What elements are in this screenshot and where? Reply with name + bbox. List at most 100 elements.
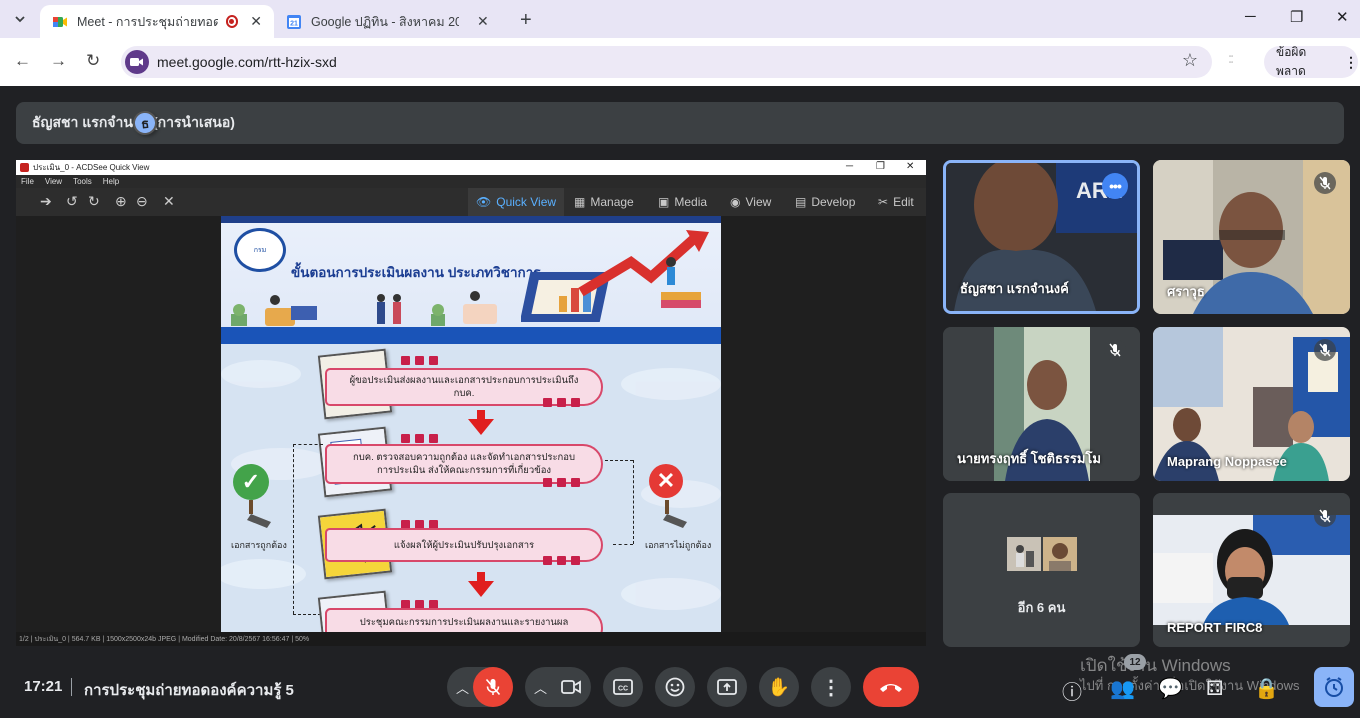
menu-help[interactable]: Help <box>103 177 119 186</box>
down-arrow-icon <box>468 581 494 597</box>
tab-search-button[interactable] <box>8 7 32 31</box>
mode-quick-view[interactable]: 👁 Quick View <box>468 188 565 216</box>
chat-icon[interactable]: 💬 <box>1158 676 1183 701</box>
menu-view[interactable]: View <box>45 177 62 186</box>
mode-label: Edit <box>893 195 914 209</box>
more-participants-tile[interactable]: อีก 6 คน <box>943 493 1140 647</box>
present-button[interactable] <box>707 667 747 707</box>
browser-tab-bar: Meet - การประชุมถ่ายทอดองค์ ✕ 21 Google … <box>0 0 1360 38</box>
mode-label: Develop <box>811 195 856 209</box>
meeting-timer-button[interactable] <box>1314 667 1354 707</box>
mode-develop[interactable]: ▤ Develop <box>787 188 863 216</box>
info-icon[interactable]: ⓘ <box>1062 676 1082 705</box>
captions-button[interactable]: CC <box>603 667 643 707</box>
decor-square <box>415 434 424 443</box>
tab-title: Meet - การประชุมถ่ายทอดองค์ <box>77 14 218 29</box>
flow-line <box>293 444 323 445</box>
emoji-icon <box>665 677 685 697</box>
next-icon[interactable]: ➔ <box>40 193 52 210</box>
decor-square <box>571 398 580 407</box>
edit-icon: ✂ <box>878 195 889 209</box>
tab-calendar[interactable]: 21 Google ปฏิทิน - สิงหาคม 2024 ✕ <box>274 5 508 38</box>
decor-square <box>401 356 410 365</box>
window-close-icon[interactable]: ✕ <box>906 161 914 172</box>
correct-label: เอกสารถูกต้อง <box>231 540 287 550</box>
slide-image: กรม ขั้นตอนการประเมินผลงาน ประเภทวิชาการ <box>221 216 721 632</box>
more-options-button[interactable]: ⋮ <box>811 667 851 707</box>
star-icon[interactable]: ☆ <box>1182 50 1198 71</box>
tab-meet[interactable]: Meet - การประชุมถ่ายทอดองค์ ✕ <box>40 5 274 38</box>
decor-square <box>557 556 566 565</box>
site-info-icon[interactable] <box>125 50 149 74</box>
extension-icon[interactable]: ▫▫ ▫▫ <box>1229 54 1249 70</box>
more-participants-label: อีก 6 คน <box>1017 600 1066 615</box>
decor-square <box>429 356 438 365</box>
develop-icon: ▤ <box>795 195 807 209</box>
flow-line <box>613 544 633 545</box>
decor-square <box>429 434 438 443</box>
camera-toggle-button[interactable] <box>551 667 591 707</box>
mode-media[interactable]: ▣ Media <box>650 188 715 216</box>
hand-icon: ✋ <box>767 676 791 697</box>
minimize-icon[interactable]: ─ <box>846 161 853 172</box>
close-icon[interactable]: ✕ <box>477 13 489 30</box>
participant-name: ศราวุธ <box>1167 284 1205 299</box>
mode-view[interactable]: ◉ View <box>722 188 779 216</box>
incorrect-label: เอกสารไม่ถูกต้อง <box>645 540 712 550</box>
restore-icon[interactable]: ❐ <box>1290 8 1303 26</box>
participant-tile[interactable]: นายทรงฤทธิ์ โชติธรรมโม <box>943 327 1140 481</box>
mode-manage[interactable]: ▦ Manage <box>566 188 642 216</box>
forward-icon[interactable]: → <box>50 51 67 71</box>
plus-icon[interactable]: + <box>520 9 532 32</box>
record-icon <box>225 15 239 28</box>
rotate-left-icon[interactable]: ↺ <box>66 193 78 210</box>
close-icon[interactable]: ✕ <box>250 13 262 30</box>
window-close-icon[interactable]: ✕ <box>1336 8 1349 26</box>
back-icon[interactable]: ← <box>14 51 31 71</box>
participant-tile[interactable]: Maprang Noppasee <box>1153 327 1350 481</box>
department-logo-icon: กรม <box>234 228 286 272</box>
check-icon: ✓ <box>233 464 269 500</box>
avatar <box>1041 535 1079 573</box>
participant-name: REPORT FIRC8 <box>1167 620 1263 635</box>
step4-box: ประชุมคณะกรรมการประเมินผลงานและรายงานผล <box>325 608 603 632</box>
restore-icon[interactable]: ❐ <box>876 161 885 172</box>
participant-tile[interactable]: REPORT FIRC8 <box>1153 493 1350 647</box>
participant-tile[interactable]: ศราวุธ <box>1153 160 1350 314</box>
end-call-icon <box>880 684 902 692</box>
close-icon[interactable]: ✕ <box>163 193 175 210</box>
acdsee-statusbar: 1/2 | ประเมิน_0 | 564.7 KB | 1500x2500x2… <box>16 632 926 646</box>
more-options-icon[interactable]: ••• <box>1102 173 1128 199</box>
activities-icon[interactable]: ⚃ <box>1206 676 1223 701</box>
mic-off-icon <box>1104 339 1126 361</box>
host-controls-icon[interactable]: 🔒 <box>1254 676 1279 701</box>
reload-icon[interactable]: ↻ <box>86 51 100 71</box>
menu-tools[interactable]: Tools <box>73 177 92 186</box>
raise-hand-button[interactable]: ✋ <box>759 667 799 707</box>
hand-sign-icon <box>663 500 687 528</box>
decor-square <box>543 478 552 487</box>
people-icon[interactable]: 👥 <box>1110 676 1135 701</box>
error-button[interactable]: ข้อผิดพลาด ⋮ <box>1264 45 1358 78</box>
mode-edit[interactable]: ✂ Edit <box>870 188 922 216</box>
people-illustration-icon <box>231 291 497 326</box>
error-label: ข้อผิดพลาด <box>1276 45 1307 78</box>
menu-file[interactable]: File <box>21 177 34 186</box>
acdsee-titlebar: ประเมิน_0 - ACDSee Quick View ─ ❐ ✕ <box>16 160 926 175</box>
rotate-right-icon[interactable]: ↻ <box>88 193 100 210</box>
leave-call-button[interactable] <box>863 667 919 707</box>
reactions-button[interactable] <box>655 667 695 707</box>
participant-tile[interactable]: ARE ••• ธัญสชา แรกจำนงค์ <box>943 160 1140 314</box>
zoom-in-icon[interactable]: ⊕ <box>115 193 127 210</box>
chevron-up-icon[interactable]: ︿ <box>456 678 469 697</box>
participant-name: นายทรงฤทธิ์ โชติธรรมโม <box>957 451 1101 466</box>
flow-line <box>633 460 634 544</box>
captions-icon: CC <box>613 679 633 695</box>
omnibox[interactable]: meet.google.com/rtt-hzix-sxd ☆ <box>121 46 1212 78</box>
decor-square <box>571 478 580 487</box>
zoom-out-icon[interactable]: ⊖ <box>136 193 148 210</box>
minimize-icon[interactable]: ─ <box>1245 8 1256 25</box>
mic-toggle-button[interactable] <box>473 667 513 707</box>
chevron-up-icon[interactable]: ︿ <box>534 678 547 697</box>
mode-label: Media <box>674 195 708 209</box>
